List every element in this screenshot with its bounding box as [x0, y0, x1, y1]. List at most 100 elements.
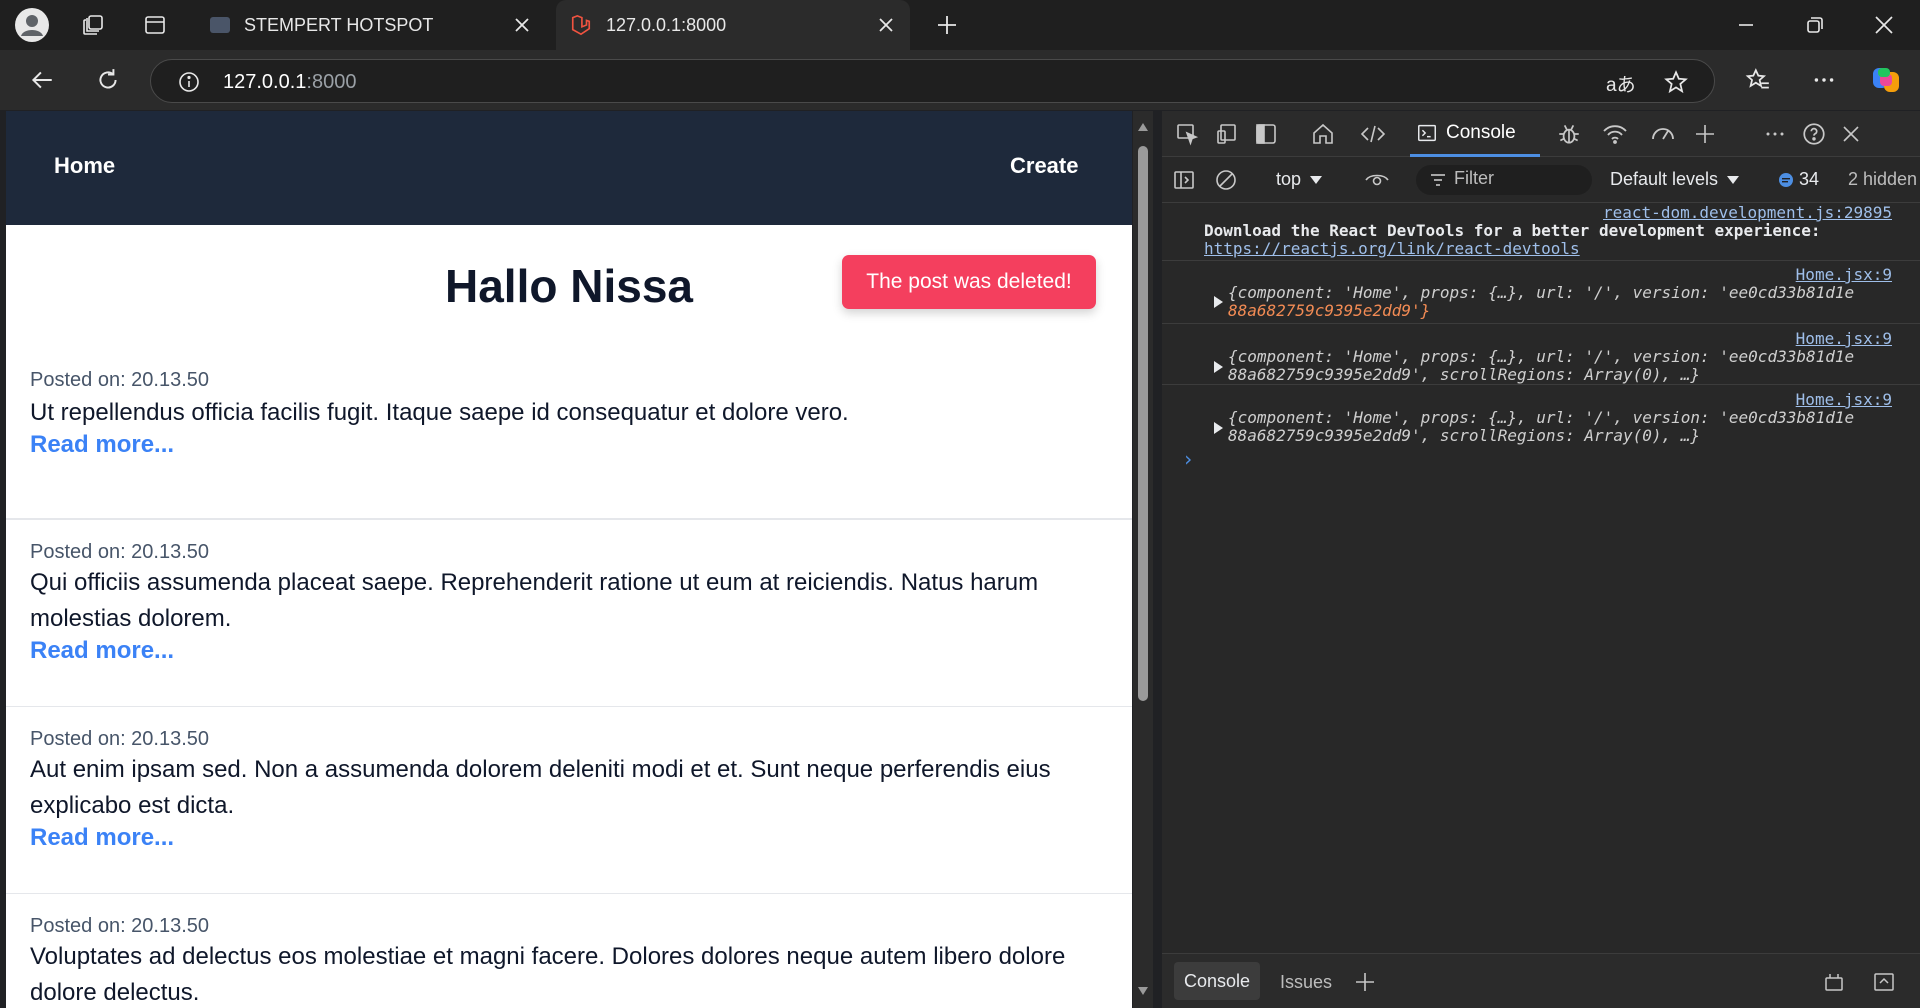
close-tab-icon[interactable] [874, 13, 898, 37]
address-bar[interactable]: 127.0.0.1:8000 aあ [150, 59, 1715, 103]
url-text: 127.0.0.1:8000 [223, 71, 356, 94]
expand-triangle-icon[interactable] [1214, 361, 1223, 373]
add-drawer-tab-icon[interactable] [1354, 971, 1376, 993]
filter-placeholder: Filter [1454, 168, 1494, 188]
drawer-console-label: Console [1183, 970, 1251, 991]
log-levels-label: Default levels [1610, 169, 1719, 189]
back-icon[interactable] [22, 60, 62, 100]
filter-icon [1431, 174, 1445, 186]
message-count: 34 [1799, 169, 1820, 189]
devtools-tab-bar: Console [1162, 111, 1920, 157]
console-toolbar: top Filter Default levels 34 2 hidden [1162, 157, 1920, 203]
message-link[interactable]: https://reactjs.org/link/react-devtools [1204, 239, 1580, 258]
message-text: {component: 'Home', props: {…}, url: '/'… [1228, 347, 1855, 366]
message-text: Download the React DevTools for a better… [1204, 221, 1821, 240]
close-tab-icon[interactable] [510, 13, 534, 37]
tab-localhost[interactable]: 127.0.0.1:8000 [556, 0, 910, 50]
message-source-link[interactable]: Home.jsx:9 [1796, 265, 1892, 284]
message-source-link[interactable]: Home.jsx:9 [1796, 390, 1892, 409]
more-menu-icon[interactable] [1804, 60, 1844, 100]
devtools-more-icon[interactable] [1760, 119, 1790, 149]
workspaces-icon[interactable] [73, 5, 113, 45]
welcome-home-icon[interactable] [1308, 119, 1338, 149]
tab-bar: STEMPERT HOTSPOT 127.0.0.1:8000 [0, 0, 1920, 50]
console-prompt-icon[interactable]: › [1182, 447, 1194, 471]
expand-triangle-icon[interactable] [1214, 296, 1223, 308]
console-tab-label: Console [1446, 121, 1516, 143]
message-count-badge[interactable]: 34 [1778, 169, 1819, 190]
post-body: Voluptates ad delectus eos molestiae et … [30, 943, 1066, 1006]
post-item: Posted on: 20.13.50 Qui officiis assumen… [6, 520, 1132, 707]
filter-input[interactable]: Filter [1416, 165, 1592, 195]
live-expression-eye-icon[interactable] [1364, 168, 1390, 192]
browser-toolbar: 127.0.0.1:8000 aあ [0, 50, 1920, 110]
quick-view-icon[interactable] [1822, 970, 1846, 994]
post-date: Posted on: 20.13.50 [30, 369, 210, 391]
site-info-icon[interactable] [177, 70, 201, 94]
expand-triangle-icon[interactable] [1214, 422, 1223, 434]
devtools-tab-console[interactable]: Console [1410, 111, 1540, 157]
translate-icon[interactable]: aあ [1606, 70, 1636, 97]
log-levels-dropdown[interactable]: Default levels [1610, 169, 1740, 190]
drawer-tab-console[interactable]: Console [1174, 962, 1260, 1000]
tab-stempert-hotspot[interactable]: STEMPERT HOTSPOT [196, 0, 546, 50]
url-port: :8000 [306, 71, 357, 93]
drawer-tab-issues[interactable]: Issues [1280, 972, 1332, 993]
hidden-count: 2 hidden [1848, 169, 1918, 189]
post-item: Posted on: 20.13.50 Aut enim ipsam sed. … [6, 707, 1132, 894]
sidebar-toggle-icon[interactable] [1172, 168, 1196, 192]
message-text: {component: 'Home', props: {…}, url: '/'… [1228, 283, 1855, 302]
favorites-icon[interactable] [1738, 60, 1778, 100]
profile-avatar[interactable] [12, 5, 52, 45]
favorite-star-icon[interactable] [1663, 69, 1689, 95]
message-text: {component: 'Home', props: {…}, url: '/'… [1228, 408, 1855, 427]
posts-container: Posted on: 20.13.50 Ut repellendus offic… [6, 111, 1132, 1008]
console-message: Home.jsx:9 {component: 'Home', props: {…… [1162, 261, 1920, 324]
context-selector[interactable]: top [1276, 169, 1323, 190]
device-emulation-icon[interactable] [1212, 119, 1242, 149]
inspect-element-icon[interactable] [1172, 119, 1202, 149]
close-window-icon[interactable] [1864, 5, 1904, 45]
network-wifi-icon[interactable] [1600, 119, 1630, 149]
restore-icon[interactable] [1795, 5, 1835, 45]
scroll-up-icon[interactable] [1137, 121, 1149, 133]
read-more-link[interactable]: Read more... [30, 431, 174, 459]
post-body: Qui officiis assumenda placeat saepe. Re… [30, 569, 1039, 632]
read-more-link[interactable]: Read more... [30, 824, 174, 852]
drawer-tab-bar: Console Issues [1162, 953, 1920, 1008]
laravel-favicon-icon [571, 14, 591, 36]
tab-title: 127.0.0.1:8000 [606, 14, 727, 35]
console-output: react-dom.development.js:29895 Download … [1162, 203, 1920, 963]
chevron-down-icon [1727, 175, 1740, 184]
post-item: Posted on: 20.13.50 Ut repellendus offic… [6, 369, 1132, 519]
post-date: Posted on: 20.13.50 [30, 541, 210, 563]
scrollbar-thumb[interactable] [1138, 146, 1148, 701]
post-item: Posted on: 20.13.50 Voluptates ad delect… [6, 894, 1132, 1008]
new-tab-icon[interactable] [927, 5, 967, 45]
close-devtools-icon[interactable] [1836, 119, 1866, 149]
url-host: 127.0.0.1 [223, 71, 307, 93]
dock-drawer-icon[interactable] [1872, 970, 1896, 994]
message-text: 88a682759c9395e2dd9', scrollRegions: Arr… [1228, 365, 1701, 384]
dock-side-icon[interactable] [1251, 119, 1281, 149]
minimize-icon[interactable] [1726, 5, 1766, 45]
help-icon[interactable] [1799, 119, 1829, 149]
clear-console-icon[interactable] [1214, 168, 1238, 192]
tab-actions-icon[interactable] [135, 5, 175, 45]
read-more-link[interactable]: Read more... [30, 637, 174, 665]
more-tools-plus-icon[interactable] [1690, 119, 1720, 149]
post-date: Posted on: 20.13.50 [30, 728, 210, 750]
refresh-icon[interactable] [88, 60, 128, 100]
elements-icon[interactable] [1358, 119, 1388, 149]
console-message: Home.jsx:9 {component: 'Home', props: {…… [1162, 324, 1920, 385]
scroll-down-icon[interactable] [1137, 985, 1149, 997]
performance-gauge-icon[interactable] [1648, 119, 1678, 149]
sources-bug-icon[interactable] [1554, 119, 1584, 149]
post-body: Ut repellendus officia facilis fugit. It… [30, 399, 849, 426]
page-scrollbar[interactable] [1133, 111, 1153, 1008]
copilot-icon[interactable] [1866, 60, 1906, 100]
console-icon [1418, 124, 1436, 141]
message-source-link[interactable]: react-dom.development.js:29895 [1603, 203, 1892, 222]
message-text: 88a682759c9395e2dd9'} [1228, 301, 1431, 320]
message-source-link[interactable]: Home.jsx:9 [1796, 329, 1892, 348]
